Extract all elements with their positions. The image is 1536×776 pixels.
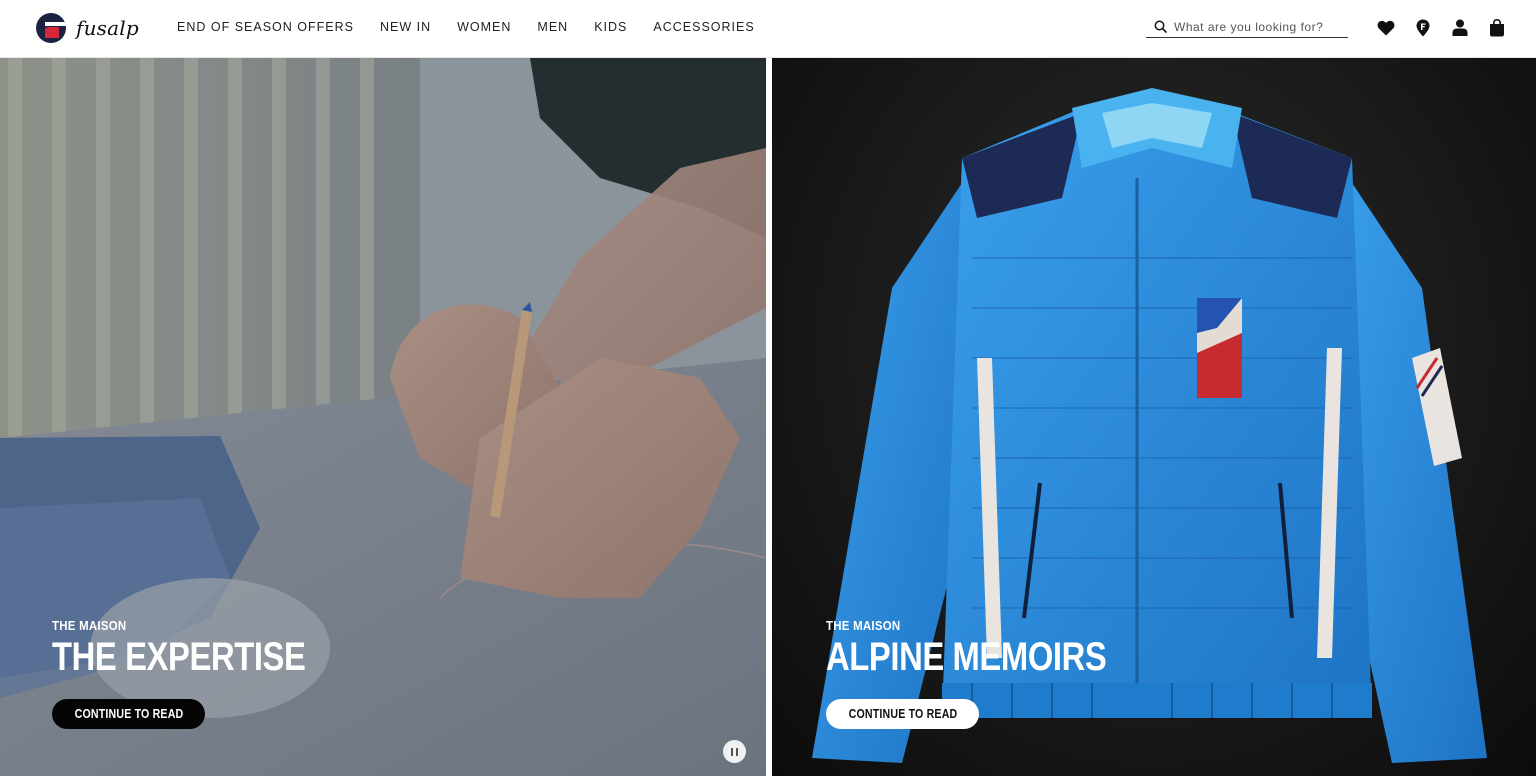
editorial-panel-expertise[interactable]: THE MAISON THE EXPERTISE CONTINUE TO REA… bbox=[0, 58, 766, 776]
header-actions bbox=[1376, 18, 1506, 37]
search-icon[interactable] bbox=[1146, 20, 1174, 33]
shopping-bag-icon[interactable] bbox=[1487, 18, 1506, 37]
search-bar bbox=[1146, 16, 1348, 38]
editorial-panel-alpine-memoirs[interactable]: THE MAISON ALPINE MEMOIRS CONTINUE TO RE… bbox=[772, 58, 1536, 776]
nav-item-end-of-season-offers[interactable]: END OF SEASON OFFERS bbox=[177, 20, 354, 34]
nav-item-accessories[interactable]: ACCESSORIES bbox=[653, 20, 754, 34]
panel-caption: THE MAISON THE EXPERTISE CONTINUE TO REA… bbox=[52, 618, 361, 729]
fusalp-logo-icon bbox=[36, 13, 66, 43]
brand-logo[interactable]: fusalp bbox=[36, 13, 139, 43]
site-header: fusalp END OF SEASON OFFERS NEW IN WOMEN… bbox=[0, 0, 1536, 58]
panel-title: THE EXPERTISE bbox=[52, 635, 306, 679]
search-input[interactable] bbox=[1174, 19, 1339, 34]
panel-kicker: THE MAISON bbox=[826, 618, 901, 633]
panel-caption: THE MAISON ALPINE MEMOIRS CONTINUE TO RE… bbox=[826, 618, 1168, 729]
store-locator-icon[interactable] bbox=[1413, 18, 1432, 37]
panel-kicker: THE MAISON bbox=[52, 618, 127, 633]
continue-to-read-button[interactable]: CONTINUE TO READ bbox=[52, 699, 205, 729]
account-icon[interactable] bbox=[1450, 18, 1469, 37]
nav-item-kids[interactable]: KIDS bbox=[594, 20, 627, 34]
pause-video-button[interactable] bbox=[723, 740, 746, 763]
nav-item-women[interactable]: WOMEN bbox=[457, 20, 511, 34]
continue-to-read-button[interactable]: CONTINUE TO READ bbox=[826, 699, 979, 729]
heart-icon[interactable] bbox=[1376, 18, 1395, 37]
brand-name: fusalp bbox=[76, 16, 139, 40]
main-navigation: END OF SEASON OFFERS NEW IN WOMEN MEN KI… bbox=[177, 20, 755, 34]
nav-item-men[interactable]: MEN bbox=[537, 20, 568, 34]
continue-to-read-label: CONTINUE TO READ bbox=[848, 707, 957, 721]
pause-icon bbox=[731, 747, 733, 756]
panel-title: ALPINE MEMOIRS bbox=[826, 635, 1107, 679]
nav-item-new-in[interactable]: NEW IN bbox=[380, 20, 431, 34]
continue-to-read-label: CONTINUE TO READ bbox=[74, 707, 183, 721]
